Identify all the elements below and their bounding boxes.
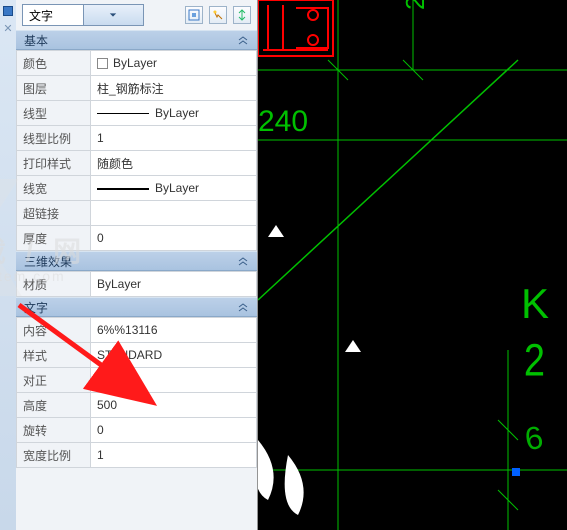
linetype-label: 线型 — [17, 101, 91, 126]
canvas-digit-2: 2 — [524, 336, 545, 388]
palette-anchor-icon — [3, 6, 13, 16]
drawing-canvas[interactable]: 240 240 K 2 6 — [258, 0, 567, 530]
ltscale-label: 线型比例 — [17, 126, 91, 151]
color-swatch-icon — [97, 58, 108, 69]
rotation-label: 旋转 — [17, 418, 91, 443]
section-basic-title: 基本 — [24, 32, 48, 49]
color-value: ByLayer — [113, 56, 157, 70]
lineweight-label: 线宽 — [17, 176, 91, 201]
plotstyle-cell[interactable]: 随颜色 — [91, 151, 257, 176]
justify-cell[interactable]: 调整 — [91, 368, 257, 393]
widthfactor-label: 宽度比例 — [17, 443, 91, 468]
dimension-240-vert: 240 — [400, 0, 431, 10]
quick-select-icon[interactable] — [209, 6, 227, 24]
thickness-cell[interactable]: 0 — [91, 226, 257, 251]
object-type-row: 文字 — [16, 0, 257, 30]
dimension-240-horiz: 240 — [258, 105, 308, 139]
plotstyle-label: 打印样式 — [17, 151, 91, 176]
height-label: 高度 — [17, 393, 91, 418]
ltscale-cell[interactable]: 1 — [91, 126, 257, 151]
cad-geometry — [258, 0, 567, 530]
toggle-value-icon[interactable] — [233, 6, 251, 24]
canvas-letter-k: K — [521, 280, 549, 328]
justify-label: 对正 — [17, 368, 91, 393]
text-table: 内容 6%%13116 样式 STANDARD 对正 调整 高度 500 旋转 … — [16, 317, 257, 468]
object-type-value: 文字 — [23, 7, 83, 24]
watermark-line2: xstem.com — [0, 268, 66, 284]
chevrons-up-icon — [237, 254, 249, 269]
hyperlink-label: 超链接 — [17, 201, 91, 226]
color-label: 颜色 — [17, 51, 91, 76]
chevrons-up-icon — [237, 33, 249, 48]
linetype-cell[interactable]: ByLayer — [91, 101, 257, 126]
color-cell[interactable]: ByLayer — [91, 51, 257, 76]
pick-object-icon[interactable] — [185, 6, 203, 24]
caret-down-icon — [83, 5, 144, 25]
selection-grip[interactable] — [512, 468, 520, 476]
style-label: 样式 — [17, 343, 91, 368]
content-label: 内容 — [17, 318, 91, 343]
layer-cell[interactable]: 柱_钢筋标注 — [91, 76, 257, 101]
palette-close-icon[interactable]: ✕ — [0, 22, 16, 35]
section-text-header[interactable]: 文字 — [16, 297, 257, 317]
style-cell[interactable]: STANDARD — [91, 343, 257, 368]
chevrons-up-icon — [237, 300, 249, 315]
watermark-line1: 下 载 / 网 — [0, 230, 87, 270]
widthfactor-cell[interactable]: 1 — [91, 443, 257, 468]
section-basic-header[interactable]: 基本 — [16, 30, 257, 50]
lineweight-value: ByLayer — [155, 181, 199, 195]
section-text-title: 文字 — [24, 299, 48, 316]
height-cell[interactable]: 500 — [91, 393, 257, 418]
object-type-select[interactable]: 文字 — [22, 4, 144, 26]
linetype-value: ByLayer — [155, 106, 199, 120]
hyperlink-cell[interactable] — [91, 201, 257, 226]
lineweight-cell[interactable]: ByLayer — [91, 176, 257, 201]
basic-table: 颜色 ByLayer 图层 柱_钢筋标注 线型 ByLayer 线型比例 1 打… — [16, 50, 257, 251]
material-cell[interactable]: ByLayer — [91, 272, 257, 297]
content-cell[interactable]: 6%%13116 — [91, 318, 257, 343]
lineweight-preview-icon — [97, 188, 149, 190]
rotation-cell[interactable]: 0 — [91, 418, 257, 443]
layer-label: 图层 — [17, 76, 91, 101]
linetype-preview-icon — [97, 113, 149, 114]
